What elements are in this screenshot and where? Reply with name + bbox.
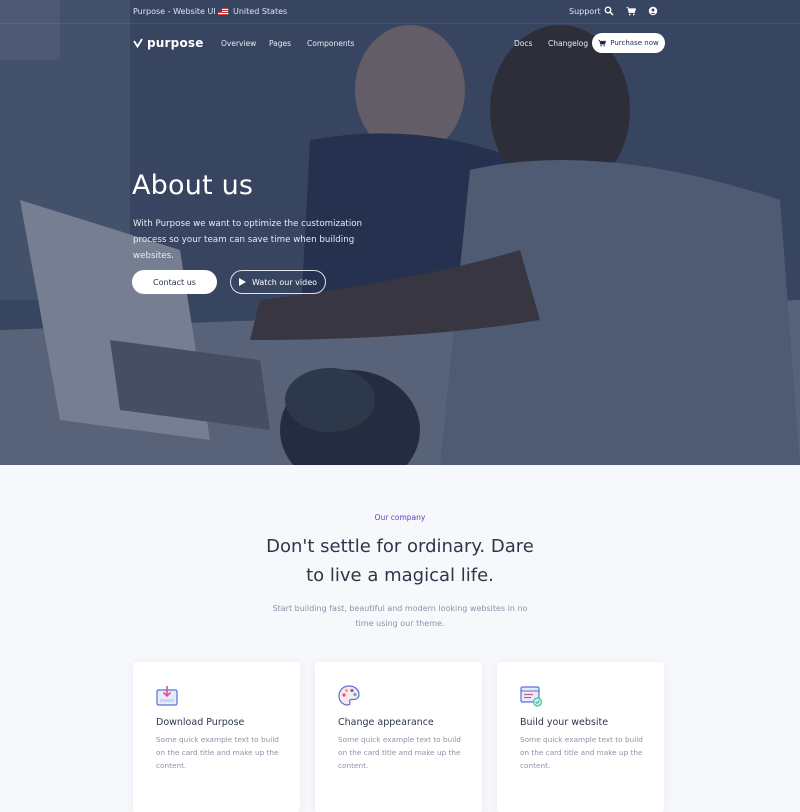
download-box-icon — [156, 686, 178, 706]
section-heading-line2: to live a magical life. — [306, 565, 494, 586]
card-text: Some quick example text to build on the … — [338, 735, 461, 770]
card-text: Some quick example text to build on the … — [156, 735, 279, 770]
logo-mark-icon — [133, 38, 143, 48]
country-selector[interactable]: United States — [233, 7, 287, 16]
feature-card-download: Download Purpose Some quick example text… — [133, 662, 300, 812]
main-navbar: purpose Overview Pages Components Docs C… — [0, 28, 800, 58]
card-title: Build your website — [520, 717, 609, 728]
support-link[interactable]: Support — [569, 7, 601, 16]
card-title: Download Purpose — [156, 717, 245, 728]
top-utility-bar: Purpose - Website UI Kit United States S… — [0, 0, 800, 24]
nav-link-docs[interactable]: Docs — [514, 39, 532, 48]
contact-us-button[interactable]: Contact us — [132, 270, 217, 294]
section-subtext: Start building fast, beautiful and moder… — [272, 604, 528, 628]
search-icon[interactable] — [604, 6, 614, 16]
kit-label[interactable]: Purpose - Website UI Kit — [133, 7, 229, 16]
brand-logo[interactable]: purpose — [133, 36, 204, 50]
user-icon[interactable] — [648, 6, 658, 16]
section-heading: Don't settle for ordinary. Dare to live … — [0, 532, 800, 590]
hero-description: With Purpose we want to optimize the cus… — [133, 219, 363, 261]
section-eyebrow: Our company — [374, 513, 426, 522]
hero-section: Purpose - Website UI Kit United States S… — [0, 0, 800, 465]
purchase-now-label: Purchase now — [610, 39, 659, 47]
hero-overlay — [0, 0, 800, 465]
cart-icon — [598, 39, 607, 47]
cart-icon[interactable] — [626, 6, 636, 16]
watch-video-button[interactable]: Watch our video — [230, 270, 326, 294]
logo-text: purpose — [147, 36, 204, 50]
browser-check-icon — [520, 686, 543, 707]
card-title: Change appearance — [338, 717, 434, 728]
card-text: Some quick example text to build on the … — [520, 735, 643, 770]
nav-link-changelog[interactable]: Changelog — [548, 39, 588, 48]
feature-card-appearance: Change appearance Some quick example tex… — [315, 662, 482, 812]
nav-link-overview[interactable]: Overview — [221, 39, 256, 48]
feature-card-build: Build your website Some quick example te… — [497, 662, 664, 812]
us-flag-icon — [218, 8, 228, 15]
page-title: About us — [132, 170, 254, 201]
nav-link-pages[interactable]: Pages — [269, 39, 291, 48]
watch-video-label: Watch our video — [251, 277, 318, 287]
purchase-now-button[interactable]: Purchase now — [592, 33, 665, 53]
section-heading-line1: Don't settle for ordinary. Dare — [266, 536, 534, 557]
our-company-section: Our company Don't settle for ordinary. D… — [0, 465, 800, 812]
play-icon — [238, 278, 246, 286]
palette-icon — [338, 685, 360, 706]
nav-link-components[interactable]: Components — [307, 39, 354, 48]
